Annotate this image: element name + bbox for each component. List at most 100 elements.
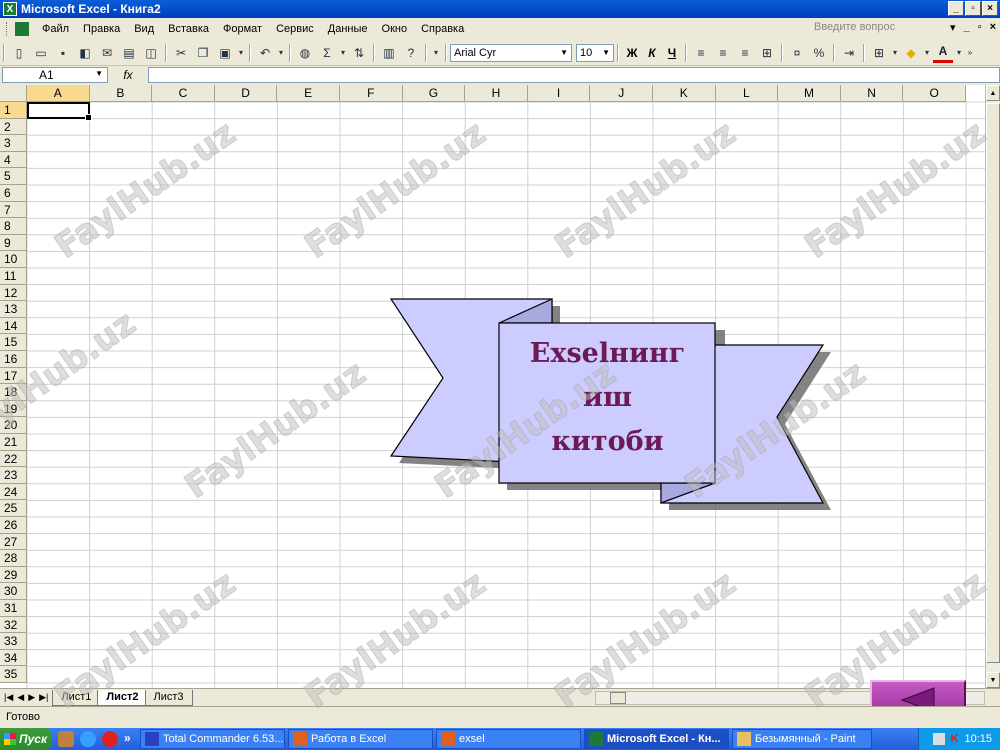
column-header-n[interactable]: N xyxy=(840,85,904,102)
merge-center-icon[interactable]: ⊞ xyxy=(757,43,777,63)
borders-dropdown-icon[interactable]: ▾ xyxy=(891,43,899,63)
taskbar-button-exsel[interactable]: exsel xyxy=(436,729,581,749)
new-document-icon[interactable]: ▯ xyxy=(9,43,29,63)
menu-edit[interactable]: Правка xyxy=(76,23,127,35)
row-header-23[interactable]: 23 xyxy=(0,467,27,484)
paste-icon[interactable]: ▣ xyxy=(215,43,235,63)
fill-color-icon[interactable]: ◆ xyxy=(901,43,921,63)
column-header-g[interactable]: G xyxy=(402,85,466,102)
menu-view[interactable]: Вид xyxy=(127,23,161,35)
tray-network-icon[interactable] xyxy=(932,733,945,745)
column-header-k[interactable]: K xyxy=(653,85,716,102)
row-header-32[interactable]: 32 xyxy=(0,616,27,634)
next-sheet-icon[interactable]: ▶ xyxy=(28,692,35,703)
menu-data[interactable]: Данные xyxy=(321,23,375,35)
percent-button[interactable]: % xyxy=(809,43,829,63)
menu-tools[interactable]: Сервис xyxy=(269,23,321,35)
increase-indent-icon[interactable]: ⇥ xyxy=(839,43,859,63)
underline-button[interactable]: Ч xyxy=(662,46,682,60)
sheet-tab-1[interactable]: Лист1 xyxy=(52,689,101,706)
row-header-35[interactable]: 35 xyxy=(0,666,27,683)
menu-format[interactable]: Формат xyxy=(216,23,269,35)
doc-close-button[interactable]: × xyxy=(990,21,996,34)
font-color-button[interactable]: A xyxy=(933,43,953,63)
column-header-l[interactable]: L xyxy=(715,85,779,102)
row-header-21[interactable]: 21 xyxy=(0,434,27,451)
row-header-30[interactable]: 30 xyxy=(0,583,27,600)
menu-file[interactable]: Файл xyxy=(35,23,76,35)
menu-insert[interactable]: Вставка xyxy=(161,23,216,35)
row-header-15[interactable]: 15 xyxy=(0,334,27,351)
insert-function-icon[interactable]: fx xyxy=(108,68,148,82)
align-center-icon[interactable]: ≡ xyxy=(713,43,733,63)
toolbar-options-icon[interactable]: ▾ xyxy=(431,43,441,63)
row-header-11[interactable]: 11 xyxy=(0,268,27,285)
row-header-22[interactable]: 22 xyxy=(0,450,27,468)
print-preview-icon[interactable]: ◫ xyxy=(141,43,161,63)
font-color-dropdown-icon[interactable]: ▾ xyxy=(955,43,963,63)
menu-window[interactable]: Окно xyxy=(375,23,415,35)
chart-wizard-icon[interactable]: ▥ xyxy=(379,43,399,63)
workbook-icon[interactable] xyxy=(15,22,29,36)
column-header-j[interactable]: J xyxy=(590,85,653,102)
help-dropdown-icon[interactable]: ▾ xyxy=(950,21,956,34)
open-folder-icon[interactable]: ▭ xyxy=(31,43,51,63)
start-button[interactable]: Пуск xyxy=(0,728,52,750)
vertical-scrollbar[interactable]: ▲ ▼ xyxy=(985,85,1000,688)
align-left-icon[interactable]: ≡ xyxy=(691,43,711,63)
sheet-tab-2[interactable]: Лист2 xyxy=(97,689,148,706)
close-button[interactable]: × xyxy=(982,1,998,16)
first-sheet-icon[interactable]: |◀ xyxy=(4,692,13,703)
save-icon[interactable]: ▪ xyxy=(53,43,73,63)
prev-sheet-icon[interactable]: ◀ xyxy=(17,692,24,703)
currency-icon[interactable]: ¤ xyxy=(787,43,807,63)
menu-grip-icon[interactable] xyxy=(6,22,9,36)
active-cell[interactable] xyxy=(27,102,92,121)
column-header-b[interactable]: B xyxy=(89,85,153,102)
row-header-5[interactable]: 5 xyxy=(0,168,27,185)
taskbar-button-total-commander[interactable]: Total Commander 6.53... xyxy=(140,729,285,749)
name-box[interactable]: A1 ▼ xyxy=(2,67,108,83)
row-header-16[interactable]: 16 xyxy=(0,351,27,368)
row-header-17[interactable]: 17 xyxy=(0,367,27,385)
column-header-m[interactable]: M xyxy=(778,85,841,102)
align-right-icon[interactable]: ≡ xyxy=(735,43,755,63)
row-header-24[interactable]: 24 xyxy=(0,483,27,501)
doc-restore-button[interactable]: ▫ xyxy=(978,21,982,34)
quick-launch-ie-icon[interactable] xyxy=(80,731,96,747)
permission-icon[interactable]: ◧ xyxy=(75,43,95,63)
paste-dropdown-icon[interactable]: ▾ xyxy=(237,43,245,63)
toolbar-options-icon[interactable]: » xyxy=(965,43,975,63)
row-header-34[interactable]: 34 xyxy=(0,649,27,667)
row-header-31[interactable]: 31 xyxy=(0,600,27,617)
restore-button[interactable]: ▫ xyxy=(965,1,981,16)
column-header-f[interactable]: F xyxy=(340,85,403,102)
menu-help[interactable]: Справка xyxy=(414,23,471,35)
column-header-o[interactable]: O xyxy=(903,85,966,102)
taskbar-button-rabota[interactable]: Работа в Excel xyxy=(288,729,433,749)
row-header-28[interactable]: 28 xyxy=(0,550,27,567)
column-header-d[interactable]: D xyxy=(214,85,278,102)
font-name-select[interactable]: Arial Cyr ▼ xyxy=(450,43,572,62)
row-header-33[interactable]: 33 xyxy=(0,633,27,650)
undo-dropdown-icon[interactable]: ▾ xyxy=(277,43,285,63)
hyperlink-icon[interactable]: ◍ xyxy=(295,43,315,63)
vertical-scroll-thumb[interactable] xyxy=(986,103,1000,663)
row-header-19[interactable]: 19 xyxy=(0,400,27,418)
row-header-3[interactable]: 3 xyxy=(0,135,27,152)
horizontal-scroll-thumb[interactable] xyxy=(610,692,626,704)
row-header-6[interactable]: 6 xyxy=(0,185,27,202)
font-size-select[interactable]: 10 ▼ xyxy=(576,43,614,62)
row-header-27[interactable]: 27 xyxy=(0,533,27,551)
row-header-18[interactable]: 18 xyxy=(0,384,27,401)
column-header-i[interactable]: I xyxy=(527,85,591,102)
select-all-corner[interactable] xyxy=(0,85,27,102)
borders-icon[interactable]: ⊞ xyxy=(869,43,889,63)
row-header-2[interactable]: 2 xyxy=(0,118,27,136)
column-header-c[interactable]: C xyxy=(152,85,215,102)
autosum-icon[interactable]: Σ xyxy=(317,43,337,63)
italic-button[interactable]: К xyxy=(642,46,662,60)
scroll-down-icon[interactable]: ▼ xyxy=(986,672,1000,688)
email-icon[interactable]: ✉ xyxy=(97,43,117,63)
row-header-29[interactable]: 29 xyxy=(0,566,27,584)
